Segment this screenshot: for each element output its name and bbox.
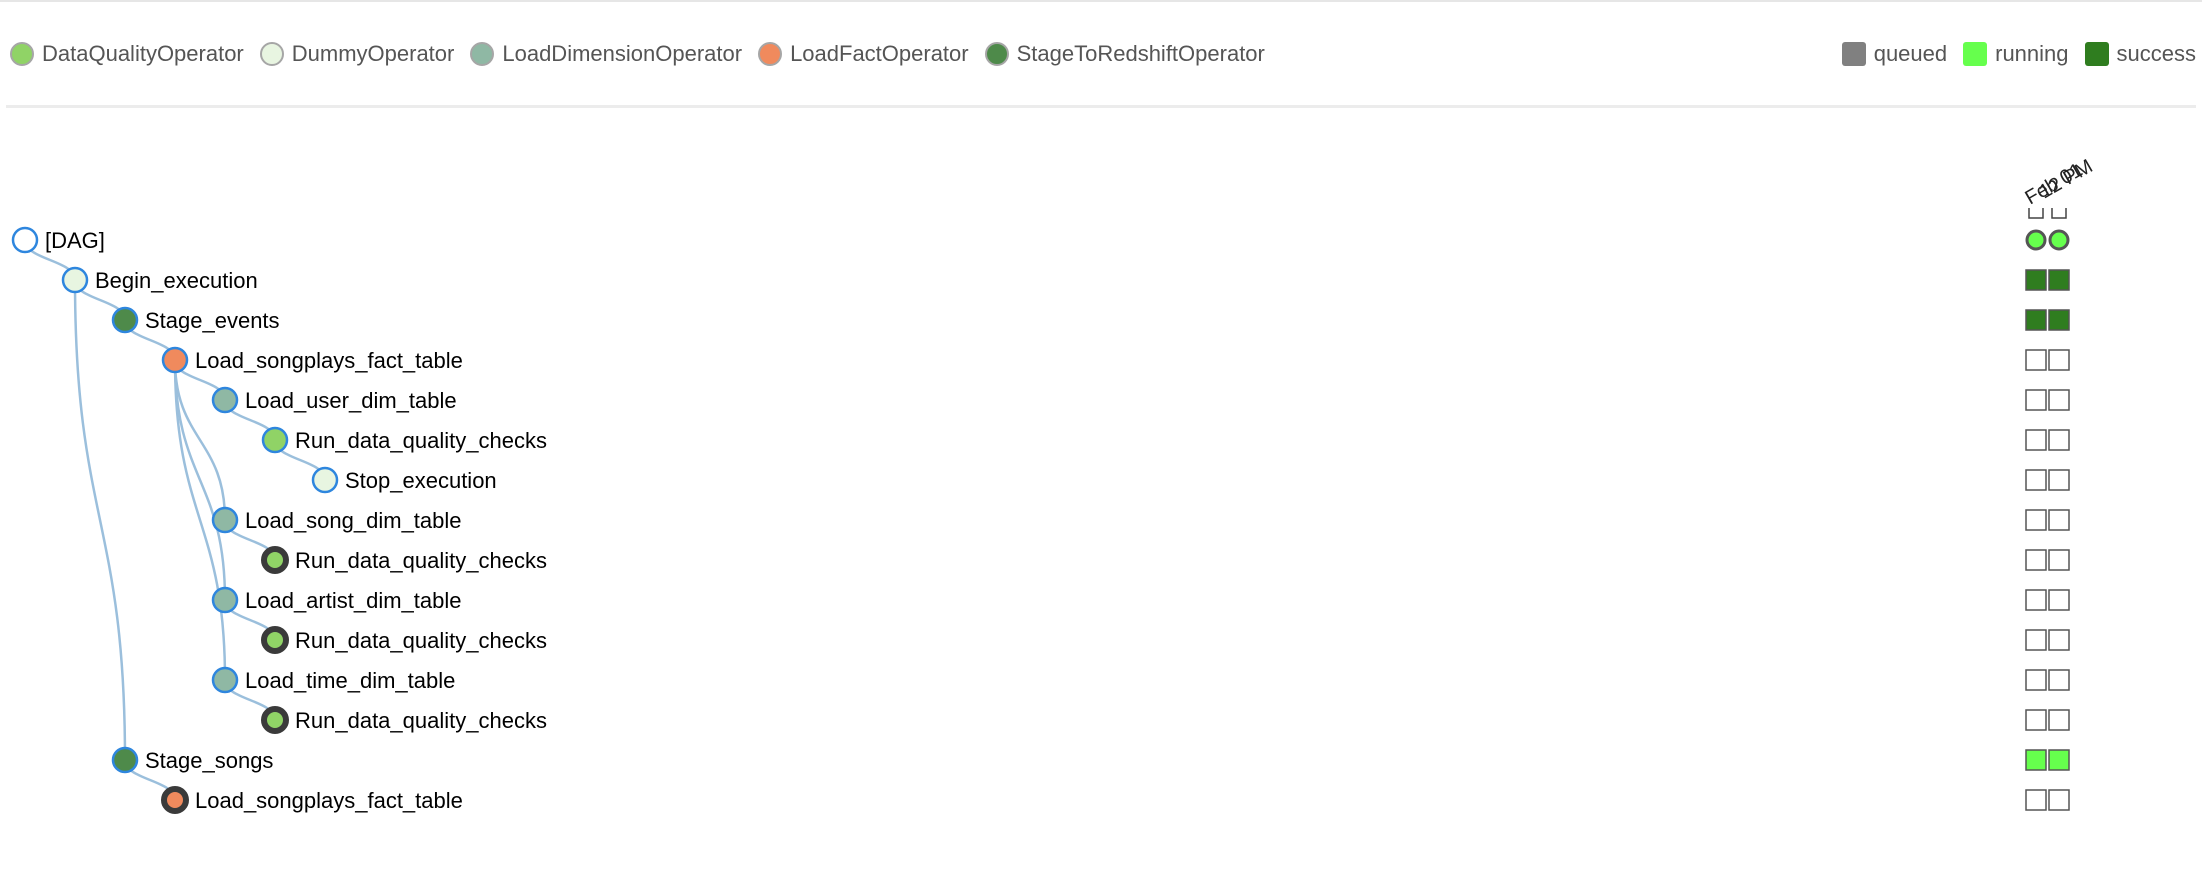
task-label[interactable]: Run_data_quality_checks (295, 628, 547, 653)
task-instance-square[interactable] (2048, 709, 2070, 731)
task-node[interactable] (211, 666, 239, 694)
task-label[interactable]: Load_user_dim_table (245, 388, 457, 413)
task-node-collapsed[interactable] (261, 546, 289, 574)
run-column-tick (2028, 208, 2044, 219)
task-instance-square[interactable] (2048, 269, 2070, 291)
task-instance-square[interactable] (2048, 789, 2070, 811)
task-node[interactable] (261, 426, 289, 454)
task-label[interactable]: Stage_songs (145, 748, 273, 773)
task-node[interactable] (111, 306, 139, 334)
task-node[interactable] (61, 266, 89, 294)
task-node[interactable] (111, 746, 139, 774)
task-instance-square[interactable] (2048, 669, 2070, 691)
task-label[interactable]: Load_song_dim_table (245, 508, 462, 533)
task-label[interactable]: Load_time_dim_table (245, 668, 455, 693)
task-instance-square[interactable] (2048, 349, 2070, 371)
task-instance-square[interactable] (2025, 669, 2047, 691)
task-node[interactable] (211, 506, 239, 534)
task-label[interactable]: Load_songplays_fact_table (195, 788, 463, 813)
task-instance-square[interactable] (2048, 509, 2070, 531)
task-instance-square[interactable] (2025, 469, 2047, 491)
task-node[interactable] (211, 386, 239, 414)
task-label[interactable]: Stage_events (145, 308, 280, 333)
task-label[interactable]: Load_artist_dim_table (245, 588, 461, 613)
task-label[interactable]: [DAG] (45, 228, 105, 253)
task-node-collapsed[interactable] (261, 706, 289, 734)
task-label[interactable]: Run_data_quality_checks (295, 428, 547, 453)
task-label[interactable]: Run_data_quality_checks (295, 548, 547, 573)
task-instance-square[interactable] (2025, 749, 2047, 771)
task-label[interactable]: Stop_execution (345, 468, 497, 493)
task-instance-square[interactable] (2025, 429, 2047, 451)
task-instance-square[interactable] (2025, 549, 2047, 571)
task-instance-square[interactable] (2025, 269, 2047, 291)
task-label[interactable]: Run_data_quality_checks (295, 708, 547, 733)
task-node-collapsed[interactable] (161, 786, 189, 814)
task-instance-square[interactable] (2025, 789, 2047, 811)
task-node[interactable] (11, 226, 39, 254)
task-node[interactable] (311, 466, 339, 494)
task-node[interactable] (161, 346, 189, 374)
task-tree-view: Feb 0112 PM[DAG]Begin_executionStage_eve… (11, 155, 2097, 814)
task-label[interactable]: Begin_execution (95, 268, 258, 293)
task-instance-square[interactable] (2025, 349, 2047, 371)
task-instance-square[interactable] (2025, 389, 2047, 411)
task-node-collapsed[interactable] (261, 626, 289, 654)
task-instance-square[interactable] (2048, 389, 2070, 411)
task-instance-square[interactable] (2048, 589, 2070, 611)
tree-link (73, 279, 127, 761)
task-node[interactable] (211, 586, 239, 614)
task-instance-square[interactable] (2048, 429, 2070, 451)
task-instance-square[interactable] (2025, 629, 2047, 651)
run-date-label: 12 PM (2036, 155, 2097, 203)
task-instance-square[interactable] (2048, 629, 2070, 651)
task-instance-square[interactable] (2048, 469, 2070, 491)
dag-run-circle[interactable] (2048, 229, 2070, 251)
run-column-tick (2051, 208, 2067, 219)
task-instance-square[interactable] (2048, 549, 2070, 571)
task-instance-square[interactable] (2048, 749, 2070, 771)
task-instance-square[interactable] (2025, 709, 2047, 731)
task-label[interactable]: Load_songplays_fact_table (195, 348, 463, 373)
task-instance-square[interactable] (2025, 589, 2047, 611)
dag-run-circle[interactable] (2025, 229, 2047, 251)
task-instance-square[interactable] (2025, 309, 2047, 331)
tree-link (173, 359, 227, 521)
task-instance-square[interactable] (2048, 309, 2070, 331)
task-instance-square[interactable] (2025, 509, 2047, 531)
